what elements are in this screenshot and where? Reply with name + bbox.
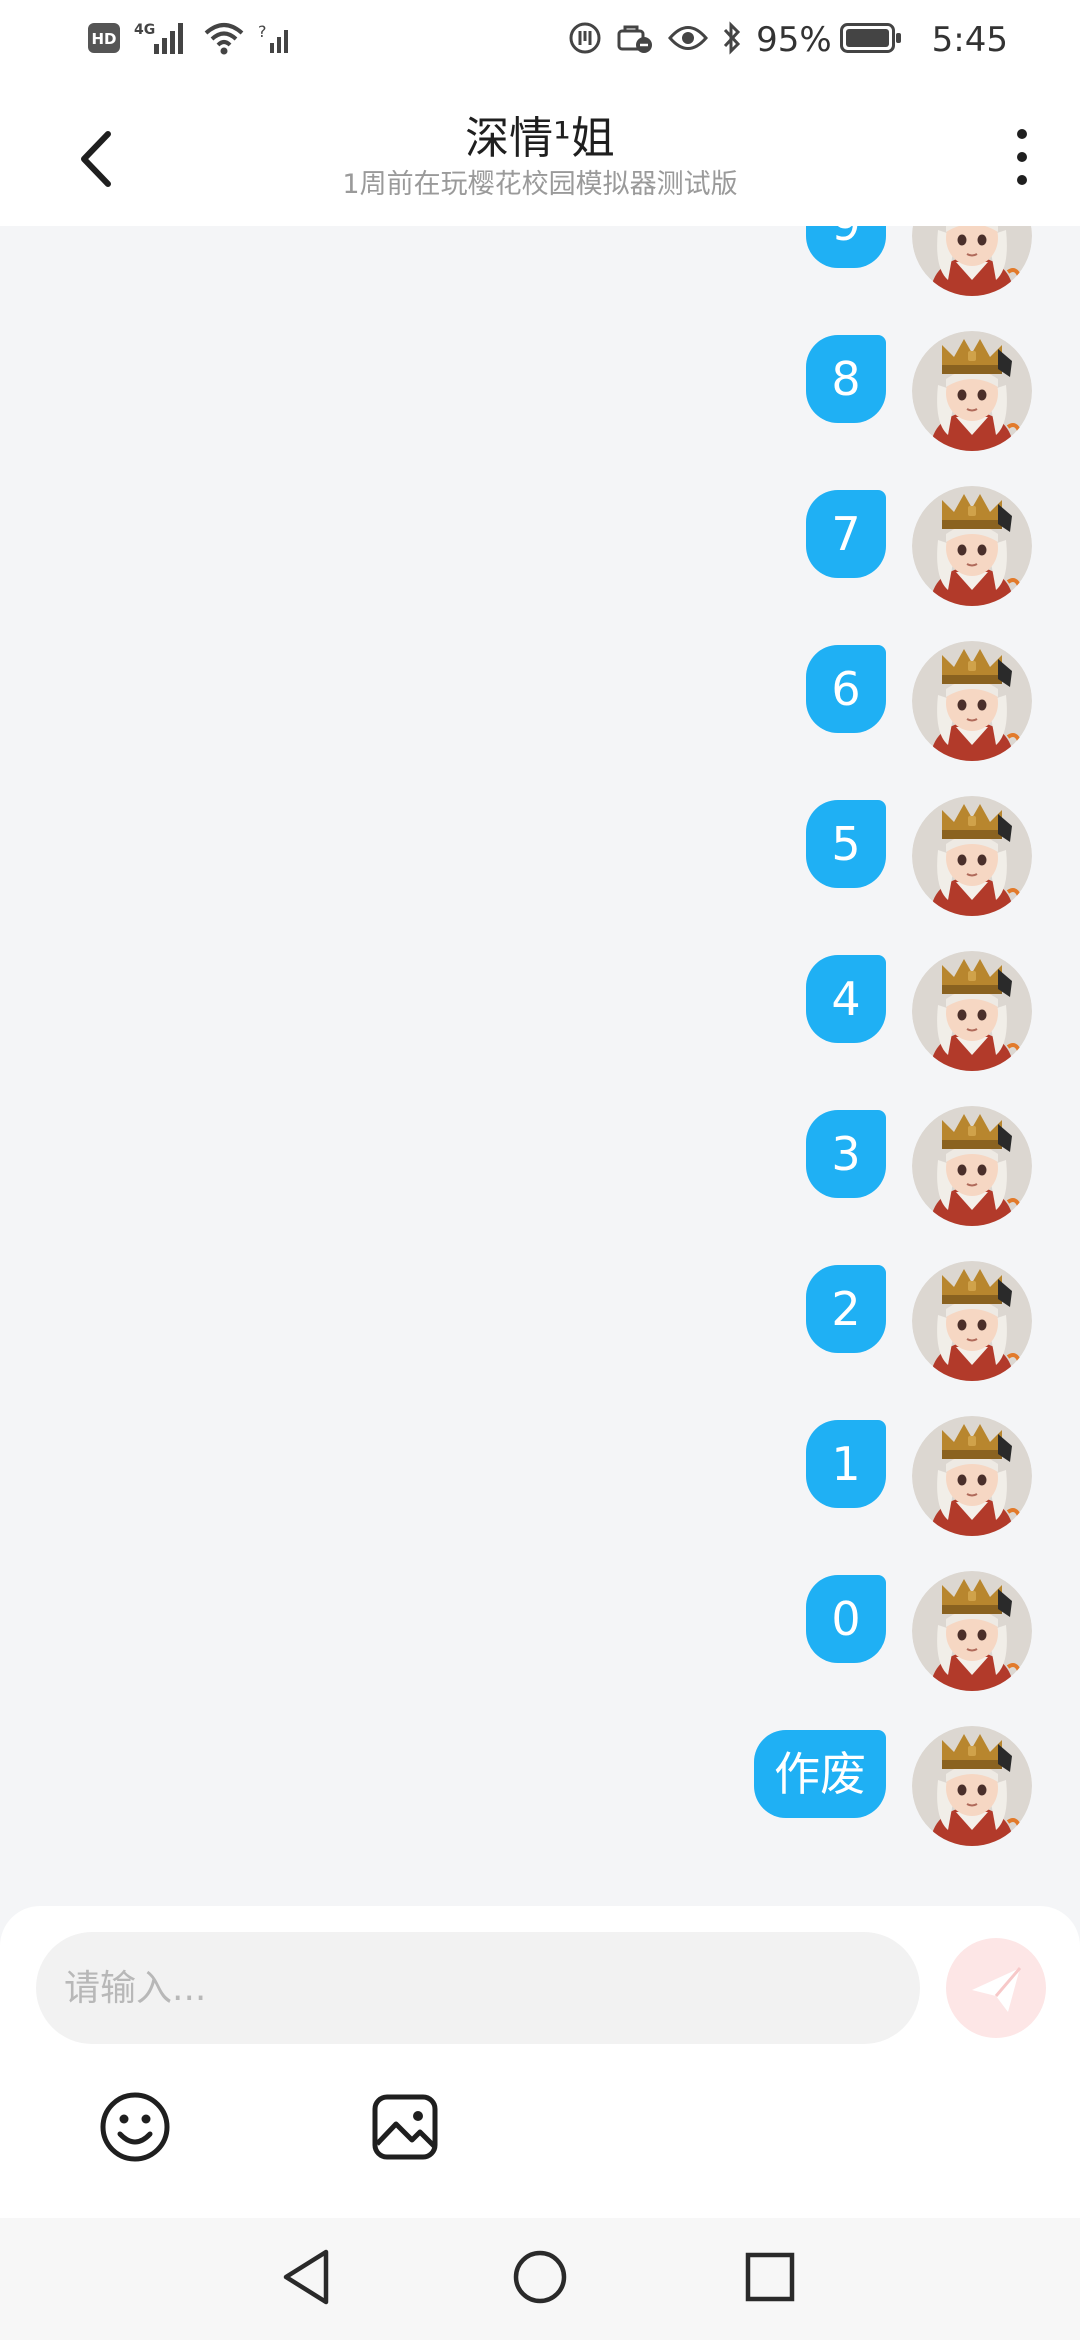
message-row: 8 bbox=[0, 331, 1080, 455]
wifi-icon bbox=[204, 21, 244, 59]
eye-comfort-icon bbox=[668, 23, 709, 57]
message-bubble[interactable]: 2 bbox=[806, 1265, 886, 1353]
triangle-back-icon bbox=[283, 2249, 329, 2305]
message-bubble[interactable]: 6 bbox=[806, 645, 886, 733]
nav-home-button[interactable] bbox=[505, 2242, 575, 2312]
data-saver-icon bbox=[568, 21, 602, 59]
message-bubble[interactable]: 0 bbox=[806, 1575, 886, 1663]
status-bar-right: 95% 5:45 bbox=[568, 18, 1008, 62]
avatar[interactable] bbox=[912, 331, 1032, 451]
svg-text:4G: 4G bbox=[134, 22, 155, 38]
privacy-icon bbox=[616, 21, 654, 59]
battery-icon bbox=[839, 23, 902, 57]
message-bubble[interactable]: 3 bbox=[806, 1110, 886, 1198]
message-row: 5 bbox=[0, 796, 1080, 920]
more-options-button[interactable] bbox=[1002, 122, 1042, 192]
message-bubble[interactable]: 7 bbox=[806, 490, 886, 578]
svg-text:?: ? bbox=[258, 22, 267, 41]
square-recents-icon bbox=[745, 2252, 795, 2302]
message-input[interactable] bbox=[36, 1932, 920, 2044]
emoji-button[interactable] bbox=[90, 2082, 180, 2172]
message-bubble[interactable]: 1 bbox=[806, 1420, 886, 1508]
chat-header: 深情¹姐 1周前在玩樱花校园模拟器测试版 bbox=[0, 82, 1080, 226]
secondary-signal-icon: ? bbox=[258, 21, 292, 59]
bluetooth-icon bbox=[722, 21, 742, 59]
page-title: 深情¹姐 bbox=[465, 113, 615, 164]
avatar[interactable] bbox=[912, 486, 1032, 606]
message-row: 2 bbox=[0, 1261, 1080, 1385]
status-bar: HD 4G ? 95% 5:45 bbox=[0, 0, 1080, 82]
status-bar-left: HD 4G ? bbox=[88, 18, 306, 62]
system-nav-bar bbox=[0, 2218, 1080, 2340]
avatar[interactable] bbox=[912, 951, 1032, 1071]
input-panel bbox=[0, 1906, 1080, 2218]
avatar[interactable] bbox=[912, 1261, 1032, 1381]
user-status-subtitle: 1周前在玩樱花校园模拟器测试版 bbox=[342, 169, 738, 200]
image-button[interactable] bbox=[360, 2082, 450, 2172]
message-row: 3 bbox=[0, 1106, 1080, 1230]
avatar[interactable] bbox=[912, 1571, 1032, 1691]
message-row: 0 bbox=[0, 1571, 1080, 1695]
avatar[interactable] bbox=[912, 1416, 1032, 1536]
message-bubble[interactable]: 8 bbox=[806, 335, 886, 423]
send-icon bbox=[972, 1967, 1022, 2012]
message-list[interactable]: 9 8 7 bbox=[0, 226, 1080, 1906]
message-row: 4 bbox=[0, 951, 1080, 1075]
message-bubble[interactable]: 作废 bbox=[754, 1730, 886, 1818]
message-bubble[interactable]: 5 bbox=[806, 800, 886, 888]
nav-back-button[interactable] bbox=[272, 2242, 342, 2312]
avatar[interactable] bbox=[912, 641, 1032, 761]
nav-recents-button[interactable] bbox=[735, 2242, 805, 2312]
message-bubble[interactable]: 9 bbox=[806, 226, 886, 268]
message-row: 7 bbox=[0, 486, 1080, 610]
avatar[interactable] bbox=[912, 796, 1032, 916]
smiley-icon bbox=[100, 2092, 170, 2162]
hd-icon: HD bbox=[88, 23, 120, 57]
message-row: 6 bbox=[0, 641, 1080, 765]
message-row: 1 bbox=[0, 1416, 1080, 1540]
message-row: 作废 bbox=[0, 1726, 1080, 1850]
avatar[interactable] bbox=[912, 1726, 1032, 1846]
clock: 5:45 bbox=[931, 20, 1008, 60]
battery-percentage: 95% bbox=[756, 20, 832, 60]
svg-text:HD: HD bbox=[91, 30, 116, 48]
more-vertical-icon bbox=[1017, 129, 1027, 185]
circle-home-icon bbox=[513, 2250, 567, 2304]
message-bubble[interactable]: 4 bbox=[806, 955, 886, 1043]
message-row: 9 bbox=[0, 226, 1080, 300]
send-button[interactable] bbox=[946, 1938, 1046, 2038]
cellular-signal-icon: 4G bbox=[134, 20, 190, 60]
avatar[interactable] bbox=[912, 226, 1032, 296]
avatar[interactable] bbox=[912, 1106, 1032, 1226]
image-icon bbox=[372, 2094, 438, 2160]
